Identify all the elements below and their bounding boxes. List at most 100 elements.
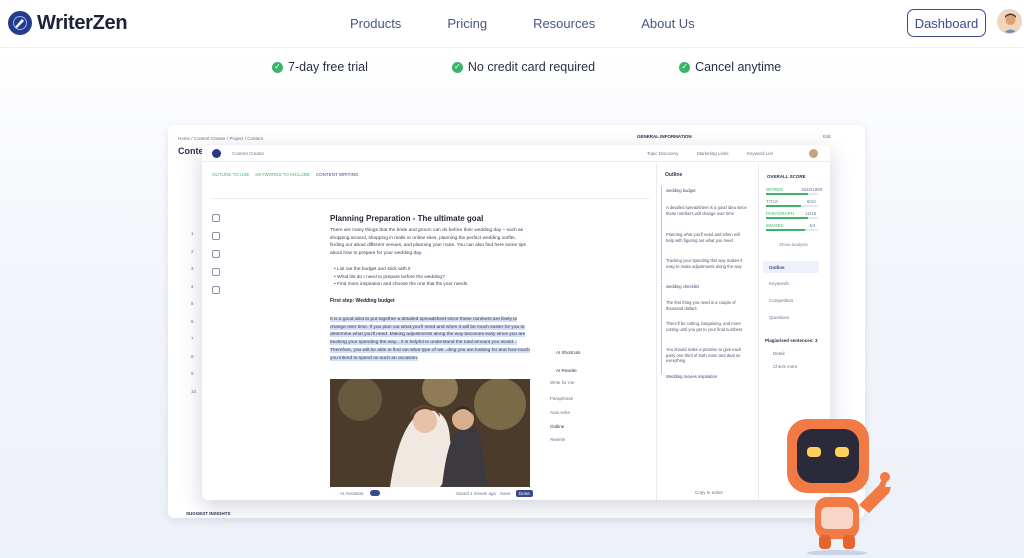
history-icon[interactable] [212, 214, 220, 222]
metric-value: 3/4 [809, 223, 816, 228]
row-number: 3 [191, 266, 194, 271]
share-icon[interactable] [212, 286, 220, 294]
bullet-item: • Find more inspiration and choose the o… [334, 282, 469, 288]
outline-item[interactable]: wedding checklist [666, 284, 748, 290]
detail-link[interactable]: Detail [773, 351, 785, 356]
chip-outline[interactable]: OUTLINE TO USE [212, 172, 249, 177]
row-number: 5 [191, 301, 194, 306]
row-number: 9 [191, 371, 194, 376]
row-number: 7 [191, 336, 194, 341]
ai-shortcuts-panel: AI Shortcuts AI Rewrite Write for me Par… [547, 349, 617, 445]
section-heading[interactable]: First step: Wedding budget [330, 298, 395, 304]
nav-link-resources[interactable]: Resources [533, 16, 595, 31]
check-icon: ✓ [272, 61, 283, 73]
feature-free-trial: ✓ 7-day free trial [272, 60, 368, 74]
row-number: 10 [191, 388, 197, 394]
ai-rewrite-label[interactable]: AI Rewrite [556, 368, 577, 373]
row-number: 2 [191, 248, 194, 254]
row-number: 1 [191, 231, 194, 236]
done-button[interactable]: Done [516, 490, 533, 497]
metric-label: IMAGES [766, 223, 784, 228]
feature-cancel-anytime: ✓ Cancel anytime [679, 60, 781, 74]
ai-assistant-label[interactable]: AI Assistant [340, 491, 364, 496]
top-navbar: WriterZen Products Pricing Resources Abo… [0, 0, 1024, 48]
metric-label: PARAGRAPH [766, 211, 794, 216]
saved-status: Saved 1 minute ago [456, 491, 497, 496]
document-title[interactable]: Planning Preparation - The ultimate goal [330, 214, 483, 223]
metric-label: WORDS [766, 187, 784, 192]
writerzen-logo-icon [8, 11, 32, 35]
outline-item[interactable]: You should make a promise to give each p… [666, 347, 748, 364]
overall-score-label: OVERALL SCORE [767, 174, 806, 179]
check-more-link[interactable]: Check more [773, 364, 797, 369]
formatting-toolbar[interactable] [210, 191, 650, 199]
topbar-keyword-list[interactable]: Keyword List [747, 151, 773, 156]
outline-panel: Outline wedding budget A detailed spread… [656, 164, 758, 500]
page-title: Conte [178, 146, 204, 156]
document-icon[interactable] [212, 250, 220, 258]
ai-item-outline[interactable]: Outline [550, 424, 564, 429]
metric-label: TITLE [766, 199, 779, 204]
topbar-marketing-links[interactable]: Marketing Links [697, 151, 729, 156]
dashboard-button[interactable]: Dashboard [907, 9, 986, 37]
ai-assistant-toggle[interactable] [370, 490, 380, 496]
highlighted-paragraph[interactable]: It is a good idea to put together a deta… [330, 316, 532, 362]
outline-item[interactable]: Tracking your spending this way makes it… [666, 258, 748, 269]
check-icon: ✓ [679, 61, 691, 73]
topbar-topic-discovery[interactable]: Topic Discovery [647, 151, 679, 156]
ai-item-auto-write[interactable]: Auto write [550, 410, 570, 415]
outline-item[interactable]: A detailed spreadsheet is a good idea si… [666, 205, 748, 216]
outline-item[interactable]: There'll be cutting, bargaining, and mor… [666, 321, 748, 332]
robot-mascot [785, 415, 895, 556]
breadcrumb: Home / Content Creator / Project / Conte… [178, 136, 264, 141]
nav-link-products[interactable]: Products [350, 16, 401, 31]
row-number: 4 [191, 283, 194, 289]
score-tab-keywords[interactable]: Keywords [769, 281, 789, 286]
nav-link-about-us[interactable]: About Us [641, 16, 694, 31]
plagiarised-label: Plagiarised sentences: 3 [765, 338, 818, 343]
app-logo-icon [212, 149, 221, 158]
ai-item-rewrite[interactable]: Rewrite [550, 437, 565, 442]
score-tab-competitors[interactable]: Competitors [769, 298, 793, 303]
grid-icon[interactable] [212, 268, 220, 276]
row-number-column: 1 2 3 4 5 6 7 8 9 10 [191, 231, 196, 394]
brand-logo[interactable]: WriterZen [8, 11, 128, 35]
chip-keywords[interactable]: KEYWORDS TO INCLUDE [255, 172, 310, 177]
metric-value: 12/15 [805, 211, 817, 216]
save-button[interactable]: Save [500, 491, 510, 496]
document-intro[interactable]: There are many things that the bride and… [330, 227, 530, 258]
row-number: 8 [191, 353, 194, 359]
brand-name: WriterZen [37, 11, 128, 34]
show-analysis-link[interactable]: Show analysis [779, 242, 808, 247]
editor-side-icons [212, 214, 220, 294]
tab-content-creator[interactable]: Content Creator [232, 151, 264, 156]
copy-to-editor-link[interactable]: Copy to editor [695, 490, 723, 495]
metric-value: 1532/1890 [801, 187, 823, 192]
outline-bar [661, 282, 662, 374]
user-avatar[interactable] [997, 9, 1022, 34]
document-bullets[interactable]: • List out the budget and stick with it … [334, 266, 530, 289]
outline-item[interactable]: Planning what you'll need and when will … [666, 232, 748, 243]
suggest-insights-heading: SUGGEST INSIGHTS [186, 511, 231, 516]
ai-shortcuts-label[interactable]: AI Shortcuts [556, 350, 581, 355]
check-icon: ✓ [451, 61, 463, 73]
edit-link[interactable]: Edit [823, 134, 831, 139]
score-tab-outline[interactable]: Outline [769, 265, 785, 270]
score-tab-questions[interactable]: Questions [769, 315, 789, 320]
bullet-item: • What list do I need to prepare before … [334, 274, 445, 280]
editor-topbar [202, 145, 830, 162]
outline-item[interactable]: wedding budget [666, 188, 748, 194]
write-for-me-label[interactable]: Write for me [550, 380, 574, 385]
outline-title: Outline [665, 172, 683, 178]
bullet-item: • List out the budget and stick with it [334, 267, 411, 272]
chip-content-writing[interactable]: CONTENT WRITING [316, 172, 358, 177]
nav-link-pricing[interactable]: Pricing [447, 16, 487, 31]
ai-item-paraphrase[interactable]: Paraphrase [550, 396, 573, 401]
folder-icon[interactable] [212, 232, 220, 240]
wedding-photo [330, 379, 530, 487]
outline-item[interactable]: Wedding movies inspiration [666, 374, 748, 380]
outline-item[interactable]: The first thing you need is a couple of … [666, 300, 748, 311]
user-avatar[interactable] [809, 149, 818, 158]
editor-footer: AI Assistant Saved 1 minute ago Save Don… [330, 488, 533, 500]
progress-chips: OUTLINE TO USE KEYWORDS TO INCLUDE CONTE… [212, 172, 358, 177]
